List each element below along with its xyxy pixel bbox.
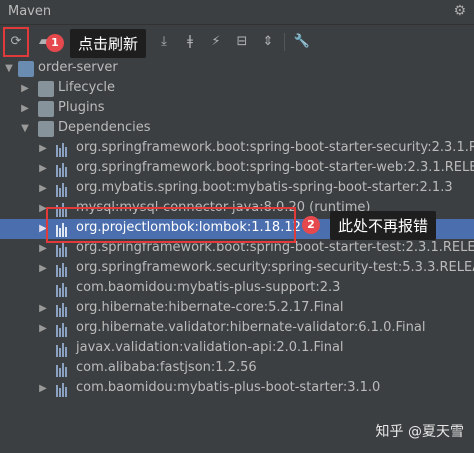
chevron-right-icon[interactable]: ▶ bbox=[38, 379, 48, 399]
refresh-highlight-box bbox=[3, 27, 29, 57]
annotation-badge-1: 1 bbox=[46, 34, 64, 52]
tool-window-header: Maven ⚙ bbox=[0, 0, 474, 25]
library-icon bbox=[56, 381, 72, 397]
library-icon bbox=[56, 241, 72, 257]
library-icon bbox=[56, 261, 72, 277]
library-icon bbox=[56, 141, 72, 157]
chevron-down-icon[interactable]: ▼ bbox=[20, 119, 30, 139]
library-icon bbox=[56, 321, 72, 337]
gear-icon[interactable]: ⚙ bbox=[453, 3, 466, 19]
dependency-row[interactable]: ▶ org.springframework.boot:spring-boot-s… bbox=[0, 159, 474, 179]
chevron-right-icon[interactable]: ▶ bbox=[38, 259, 48, 279]
watermark: 知乎 @夏天雪 bbox=[375, 424, 464, 440]
dependency-row[interactable]: javax.validation:validation-api:2.0.1.Fi… bbox=[0, 339, 474, 359]
tree-node-dependencies[interactable]: ▼ Dependencies bbox=[0, 119, 474, 139]
chevron-right-icon[interactable]: ▶ bbox=[38, 139, 48, 159]
dependency-row[interactable]: ▶ com.baomidou:mybatis-plus-boot-starter… bbox=[0, 379, 474, 399]
toggle-offline-icon[interactable]: ǂ bbox=[180, 31, 200, 51]
wrench-icon[interactable]: 🔧 bbox=[292, 31, 312, 51]
module-icon bbox=[18, 61, 34, 77]
library-icon bbox=[56, 281, 72, 297]
folder-icon bbox=[38, 101, 54, 117]
library-icon bbox=[56, 301, 72, 317]
chevron-right-icon[interactable]: ▶ bbox=[20, 99, 30, 119]
chevron-right-icon[interactable]: ▶ bbox=[38, 299, 48, 319]
chevron-right-icon[interactable]: ▶ bbox=[38, 159, 48, 179]
library-icon bbox=[56, 161, 72, 177]
folder-icon bbox=[38, 121, 54, 137]
library-icon bbox=[56, 361, 72, 377]
dependency-row[interactable]: ▶ org.hibernate:hibernate-core:5.2.17.Fi… bbox=[0, 299, 474, 319]
download-icon[interactable]: ⤓ bbox=[154, 31, 174, 51]
tree-node-lifecycle[interactable]: ▶ Lifecycle bbox=[0, 79, 474, 99]
annotation-badge-2: 2 bbox=[302, 216, 320, 234]
dependency-row[interactable]: com.alibaba:fastjson:1.2.56 bbox=[0, 359, 474, 379]
lightning-icon[interactable]: ⚡ bbox=[206, 31, 226, 51]
library-icon bbox=[56, 341, 72, 357]
lombok-highlight-box bbox=[46, 207, 296, 243]
folder-icon bbox=[38, 81, 54, 97]
dependency-row[interactable]: ▶ org.mybatis.spring.boot:mybatis-spring… bbox=[0, 179, 474, 199]
dependency-row[interactable]: com.baomidou:mybatis-plus-support:2.3 bbox=[0, 279, 474, 299]
toolbar-separator bbox=[284, 33, 285, 51]
dependency-row[interactable]: ▶ org.springframework.boot:spring-boot-s… bbox=[0, 139, 474, 159]
expand-collapse-icon[interactable]: ⇕ bbox=[258, 31, 278, 51]
annotation-callout-lombok: 此处不再报错 bbox=[330, 211, 437, 240]
chevron-right-icon[interactable]: ▶ bbox=[38, 319, 48, 339]
collapse-icon[interactable]: ⊟ bbox=[232, 31, 252, 51]
chevron-right-icon[interactable]: ▶ bbox=[38, 179, 48, 199]
tree-node-plugins[interactable]: ▶ Plugins bbox=[0, 99, 474, 119]
library-icon bbox=[56, 181, 72, 197]
dependency-row[interactable]: ▶ org.hibernate.validator:hibernate-vali… bbox=[0, 319, 474, 339]
tree-node-root[interactable]: ▼ order-server bbox=[0, 59, 474, 79]
dependency-row[interactable]: ▶ org.springframework.security:spring-se… bbox=[0, 259, 474, 279]
tool-window-title: Maven bbox=[8, 4, 52, 19]
chevron-right-icon[interactable]: ▶ bbox=[20, 79, 30, 99]
annotation-callout-refresh: 点击刷新 bbox=[70, 29, 147, 58]
chevron-down-icon[interactable]: ▼ bbox=[4, 59, 14, 79]
maven-project-tree: ▼ order-server ▶ Lifecycle ▶ Plugins ▼ D… bbox=[0, 59, 474, 453]
